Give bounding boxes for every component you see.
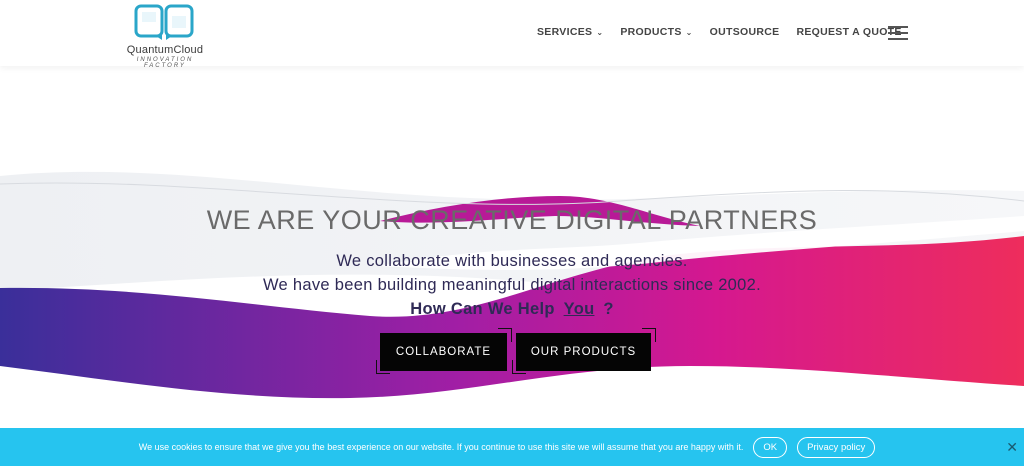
hero-subtitle-line-2: We have been building meaningful digital… — [262, 276, 761, 294]
hero-subtitle-line-1: We collaborate with businesses and agenc… — [336, 252, 688, 270]
nav-item-products[interactable]: PRODUCTS ⌄ — [620, 26, 692, 38]
brand-logo[interactable]: QuantumCloud INNOVATION FACTORY — [114, 4, 216, 69]
nav-item-label: OUTSOURCE — [709, 26, 780, 38]
nav-item-label: REQUEST A QUOTE — [796, 26, 902, 38]
hero-title: WE ARE YOUR CREATIVE DIGITAL PARTNERS — [206, 205, 818, 235]
nav-item-services[interactable]: SERVICES ⌄ — [537, 26, 603, 38]
chevron-down-icon: ⌄ — [596, 27, 604, 37]
hero-section: WE ARE YOUR CREATIVE DIGITAL PARTNERS We… — [0, 66, 1024, 428]
close-icon[interactable]: ✕ — [1006, 439, 1018, 456]
collaborate-button[interactable]: COLLABORATE — [380, 333, 507, 371]
logo-mark-icon — [134, 4, 194, 40]
hero-question-suffix: ? — [603, 300, 614, 318]
nav-item-request-quote[interactable]: REQUEST A QUOTE — [796, 26, 901, 38]
hero-question: How Can We Help You ? — [0, 300, 1024, 319]
hero-question-prefix: How Can We Help — [410, 300, 555, 318]
cookie-ok-button[interactable]: OK — [753, 436, 788, 458]
hero-question-highlight: You — [563, 300, 595, 318]
chevron-down-icon: ⌄ — [685, 27, 693, 37]
cookie-message: We use cookies to ensure that we give yo… — [138, 442, 744, 452]
brand-tagline: INNOVATION FACTORY — [136, 57, 194, 69]
nav-item-label: PRODUCTS — [620, 26, 682, 38]
cookie-consent-bar: We use cookies to ensure that we give yo… — [0, 428, 1024, 466]
nav-item-outsource[interactable]: OUTSOURCE — [710, 26, 780, 38]
privacy-policy-button[interactable]: Privacy policy — [797, 436, 876, 458]
site-header: QuantumCloud INNOVATION FACTORY SERVICES… — [0, 0, 1024, 69]
main-nav: SERVICES ⌄ PRODUCTS ⌄ OUTSOURCE REQUEST … — [537, 26, 919, 38]
page: QuantumCloud INNOVATION FACTORY SERVICES… — [0, 0, 1024, 466]
our-products-button[interactable]: OUR PRODUCTS — [516, 333, 651, 371]
nav-item-label: SERVICES — [537, 26, 593, 38]
brand-name: QuantumCloud — [126, 44, 204, 56]
hamburger-icon[interactable] — [888, 26, 908, 40]
